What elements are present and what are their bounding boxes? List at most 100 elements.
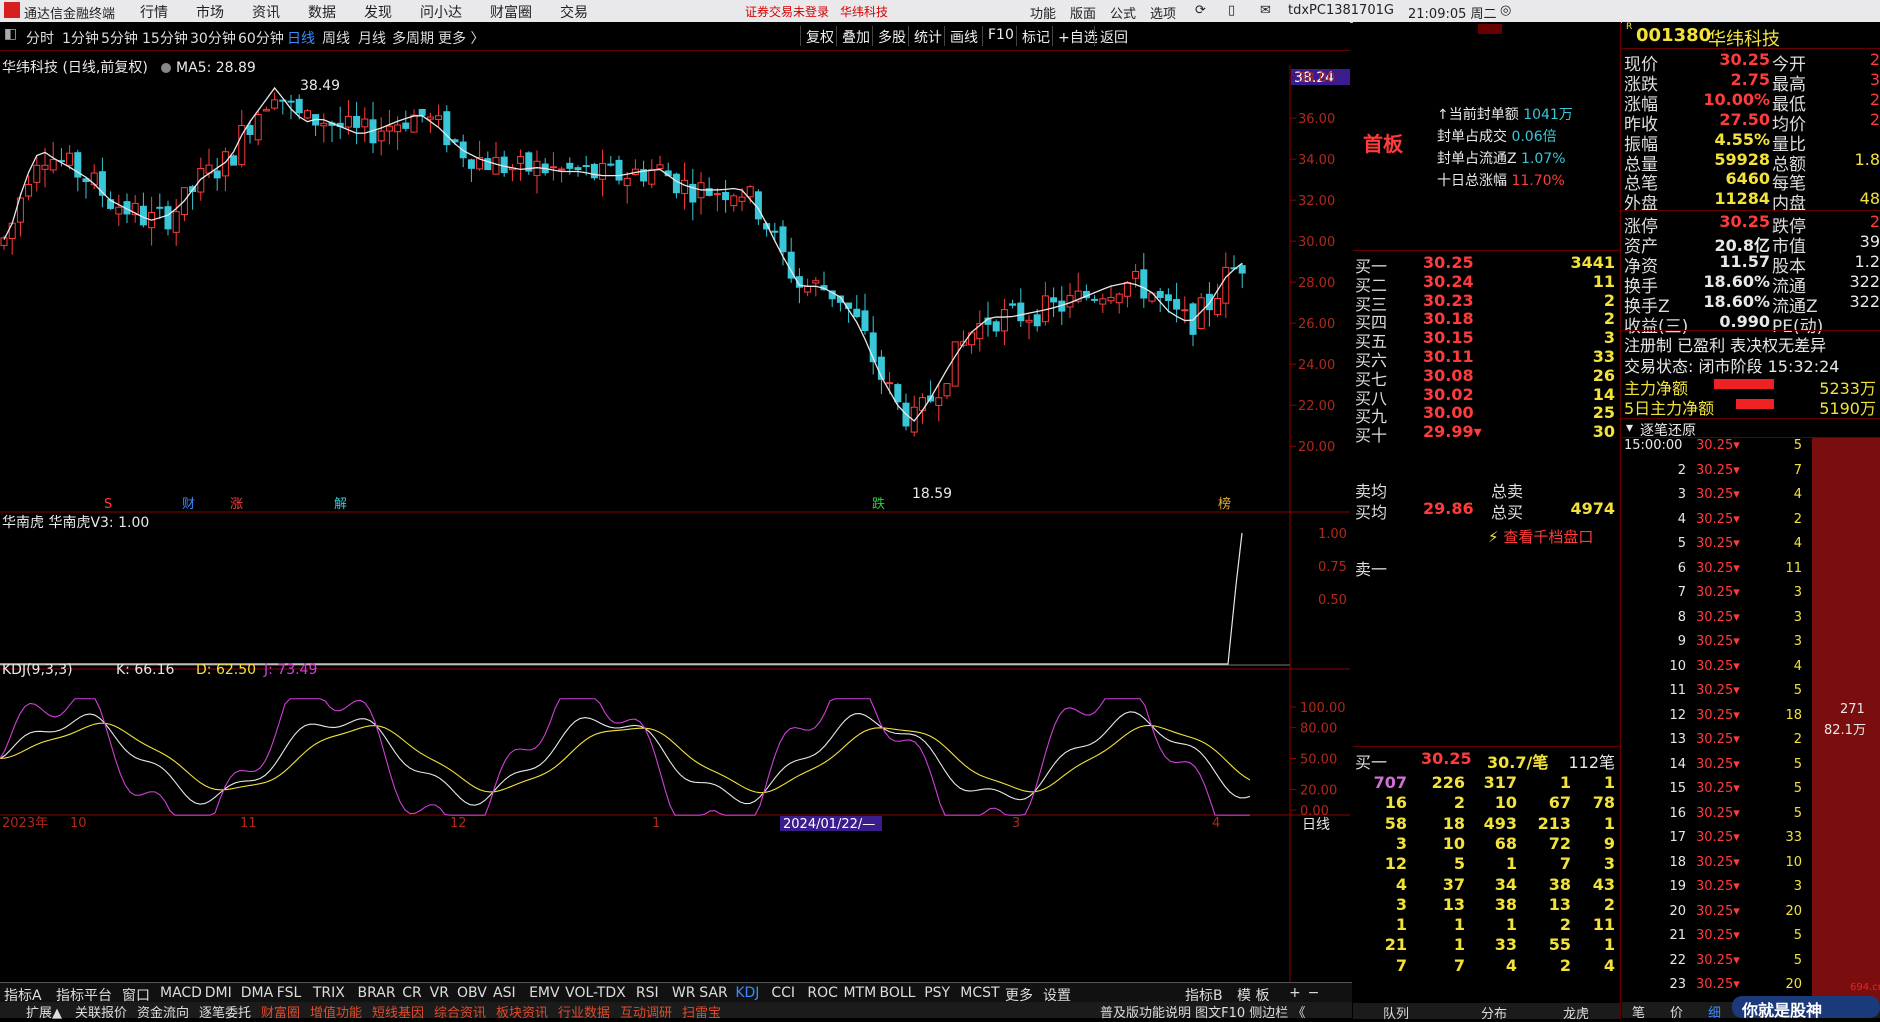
indicator-tab-20[interactable]: ROC <box>807 985 838 1001</box>
bottom-tab-3[interactable]: 逐笔委托 <box>199 1002 251 1021</box>
indicator-tab-16[interactable]: WR <box>672 985 696 1001</box>
period-monthly[interactable]: 月线 <box>358 28 386 48</box>
restore-icon[interactable]: ◎ <box>1500 3 1511 18</box>
bottom-tab-2[interactable]: 资金流向 <box>137 1002 189 1021</box>
login-warning[interactable]: 证券交易未登录 <box>745 3 829 20</box>
tab-price[interactable]: 价 <box>1670 1002 1683 1021</box>
bottom-tab-8[interactable]: 板块资讯 <box>496 1002 548 1021</box>
candle-body <box>295 98 303 114</box>
bottom-tab-7[interactable]: 综合资讯 <box>434 1002 486 1021</box>
period-daily[interactable]: 日线 <box>287 28 315 48</box>
draw-button[interactable]: 画线 <box>944 26 983 46</box>
period-1min[interactable]: 1分钟 <box>62 28 99 48</box>
candle-body <box>443 111 451 146</box>
indicator-tab-19[interactable]: CCI <box>771 985 795 1001</box>
tick-title-bar[interactable]: ▾ 逐笔还原 <box>1622 418 1880 439</box>
indicator-tab-6[interactable]: FSL <box>277 985 302 1001</box>
mark-button[interactable]: 标记 <box>1016 26 1055 46</box>
menu-formula[interactable]: 公式 <box>1110 3 1136 22</box>
refresh-icon[interactable]: ⟳ <box>1195 3 1206 18</box>
f10-button[interactable]: F10 <box>982 26 1019 46</box>
bottom-tab-6[interactable]: 短线基因 <box>372 1002 424 1021</box>
bottom-tab-4[interactable]: 财富圈 <box>261 1002 300 1021</box>
event-marker[interactable]: 跌 <box>872 496 885 512</box>
bottom-tab-0[interactable]: 扩展▲ <box>26 1002 62 1021</box>
menu-data[interactable]: 数据 <box>308 2 336 22</box>
bottom-tab-9[interactable]: 行业数据 <box>558 1002 610 1021</box>
chart-area[interactable]: 华纬科技 (日线,前复权) MA5: 28.89 38.24 38.49 18.… <box>0 50 1350 1010</box>
candle-body <box>1017 302 1025 322</box>
settings-icon[interactable] <box>161 63 171 73</box>
event-marker[interactable]: 榜 <box>1218 496 1231 512</box>
indicator-tab-18[interactable]: KDJ <box>735 985 759 1001</box>
period-intraday[interactable]: 分时 <box>26 28 54 48</box>
bottom-tabs-right[interactable]: 普及版功能说明 图文F10 侧边栏 《 <box>1100 1002 1305 1021</box>
adjust-button[interactable]: 复权 <box>800 26 839 46</box>
stats-button[interactable]: 统计 <box>908 26 947 46</box>
bottom-tab-5[interactable]: 增值功能 <box>310 1002 362 1021</box>
indicator-tab-23[interactable]: PSY <box>924 985 950 1001</box>
indicator-tab-14[interactable]: VOL-TDX <box>565 985 626 1001</box>
indicator-tab-7[interactable]: TRIX <box>313 985 345 1001</box>
menu-layout[interactable]: 版面 <box>1070 3 1096 22</box>
indicator-tab-15[interactable]: RSI <box>636 985 659 1001</box>
period-5min[interactable]: 5分钟 <box>101 28 138 48</box>
buy-level-price: 30.25 <box>1423 253 1474 272</box>
indicator-tab-8[interactable]: BRAR <box>358 985 396 1001</box>
indicator-tab-29[interactable]: + <box>1289 985 1301 1001</box>
tick-volume: 5 <box>1793 781 1802 796</box>
stat-value: 48 <box>1859 189 1880 209</box>
bottom-tab-10[interactable]: 互动调研 <box>620 1002 672 1021</box>
period-weekly[interactable]: 周线 <box>322 28 350 48</box>
collapse-tab[interactable] <box>1478 24 1502 34</box>
menu-quotes[interactable]: 行情 <box>140 2 168 22</box>
stat-value: 18.60% <box>1703 291 1770 311</box>
tab-queue[interactable]: 队列 <box>1383 1003 1409 1022</box>
event-marker[interactable]: 解 <box>334 497 347 512</box>
menu-discover[interactable]: 发现 <box>364 2 392 22</box>
period-30min[interactable]: 30分钟 <box>190 28 236 48</box>
panel-toggle-icon[interactable]: ◧ <box>4 26 17 42</box>
tab-detail[interactable]: 细 <box>1708 1002 1721 1021</box>
indicator-tab-11[interactable]: OBV <box>457 985 487 1001</box>
period-15min[interactable]: 15分钟 <box>142 28 188 48</box>
menu-wealth[interactable]: 财富圈 <box>490 2 532 22</box>
menu-function[interactable]: 功能 <box>1030 3 1056 22</box>
overlay-button[interactable]: 叠加 <box>836 26 875 46</box>
menu-trade[interactable]: 交易 <box>560 2 588 22</box>
indicator-tab-5[interactable]: DMA <box>241 985 273 1001</box>
menu-news[interactable]: 资讯 <box>252 2 280 22</box>
back-button[interactable]: 返回 <box>1094 26 1133 46</box>
menu-market[interactable]: 市场 <box>196 2 224 22</box>
multi-stock-button[interactable]: 多股 <box>872 26 911 46</box>
x-label: 1 <box>652 816 660 831</box>
phone-icon[interactable]: ▯ <box>1228 3 1235 18</box>
indicator-tab-30[interactable]: − <box>1308 985 1320 1001</box>
indicator-tab-17[interactable]: SAR <box>699 985 727 1001</box>
indicator-tab-13[interactable]: EMV <box>529 985 560 1001</box>
event-marker[interactable]: 涨 <box>230 497 243 512</box>
indicator-tab-3[interactable]: MACD <box>160 985 202 1001</box>
indicator-tab-21[interactable]: MTM <box>843 985 876 1001</box>
tab-dragon-tiger[interactable]: 龙虎 <box>1563 1003 1589 1022</box>
indicator-tab-22[interactable]: BOLL <box>879 985 915 1001</box>
tab-distribution[interactable]: 分布 <box>1481 1003 1507 1022</box>
indicator-tab-12[interactable]: ASI <box>493 985 516 1001</box>
message-icon[interactable]: ✉ <box>1260 3 1271 18</box>
tick-volume: 5 <box>1793 756 1802 772</box>
depth-link[interactable]: ⚡ 查看千档盘口 <box>1488 526 1593 547</box>
event-marker[interactable]: S <box>104 497 112 512</box>
event-marker[interactable]: 财 <box>182 497 195 512</box>
period-60min[interactable]: 60分钟 <box>238 28 284 48</box>
indicator-tab-24[interactable]: MCST <box>960 985 999 1001</box>
tab-trade[interactable]: 笔 <box>1632 1002 1645 1021</box>
period-multi[interactable]: 多周期 <box>392 28 434 48</box>
bottom-tab-1[interactable]: 关联报价 <box>75 1002 127 1021</box>
indicator-tab-4[interactable]: DMI <box>205 985 232 1001</box>
menu-xiaoda[interactable]: 问小达 <box>420 2 462 22</box>
period-more[interactable]: 更多 〉 <box>438 28 484 48</box>
indicator-tab-9[interactable]: CR <box>402 985 422 1001</box>
indicator-tab-10[interactable]: VR <box>430 985 449 1001</box>
menu-options[interactable]: 选项 <box>1150 3 1176 22</box>
bottom-tab-11[interactable]: 扫雷宝 <box>682 1002 721 1021</box>
